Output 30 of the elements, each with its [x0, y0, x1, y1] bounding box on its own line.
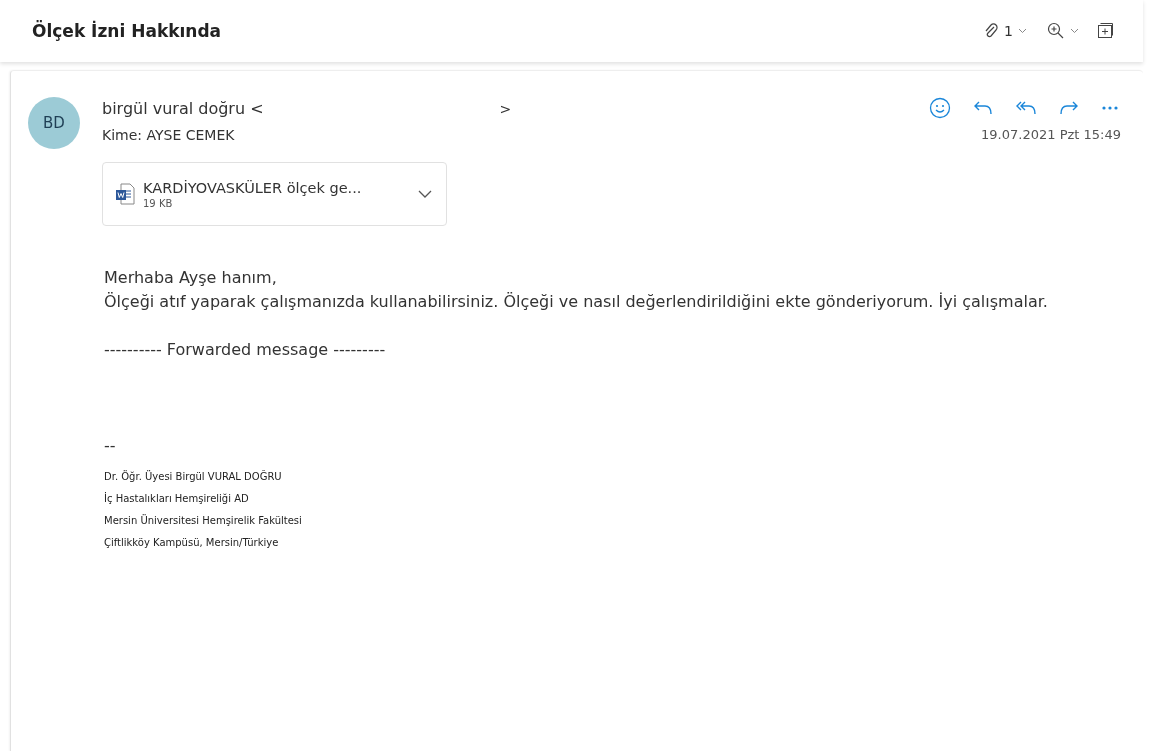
more-icon[interactable]	[1101, 105, 1119, 111]
body-text: Ölçeği atıf yaparak çalışmanızda kullanabilirsiniz. Ölçeği ve nasıl değerlendirildiğini ekte gönderiyorum. İyi çalışmalar.	[104, 291, 1049, 313]
chevron-down-icon	[1018, 28, 1027, 34]
chevron-down-icon	[1070, 28, 1079, 34]
sender-address-end: >	[499, 99, 512, 118]
zoom-in-icon	[1047, 22, 1065, 40]
body-text: Merhaba Ayşe hanım,	[104, 267, 278, 289]
word-document-icon	[115, 183, 135, 205]
attachment-name: KARDİYOVASKÜLER ölçek ge...	[143, 179, 363, 196]
forward-icon[interactable]	[1059, 100, 1079, 116]
recipient-line: Kime: AYSE CEMEK	[102, 127, 235, 143]
message-date: 19.07.2021 Pzt 15:49	[981, 127, 1121, 143]
smiley-icon[interactable]	[929, 97, 951, 119]
paperclip-icon	[983, 23, 1000, 39]
sender-avatar: BD	[28, 97, 80, 149]
reply-icon[interactable]	[973, 100, 993, 116]
attachments-button[interactable]: 1	[981, 21, 1029, 41]
sender-name[interactable]: birgül vural doğru <	[102, 98, 264, 118]
email-subject: Ölçek İzni Hakkında	[32, 21, 222, 41]
signature-line: Çiftlikköy Kampüsü, Mersin/Türkiye	[104, 536, 280, 550]
signature-line: Mersin Üniversitesi Hemşirelik Fakültesi	[104, 513, 303, 528]
reply-all-icon[interactable]	[1015, 100, 1037, 116]
body-text: --	[104, 435, 117, 457]
signature-line: Dr. Öğr. Üyesi Birgül VURAL DOĞRU	[104, 469, 283, 484]
attachment-size: 19 KB	[143, 197, 174, 209]
signature-line: İç Hastalıkları Hemşireliği AD	[104, 491, 250, 506]
attachment-card[interactable]: KARDİYOVASKÜLER ölçek ge... 19 KB	[102, 162, 447, 226]
chevron-down-icon[interactable]	[418, 190, 432, 198]
body-text: ---------- Forwarded message ---------	[104, 339, 387, 361]
expand-window-icon[interactable]	[1097, 23, 1113, 39]
